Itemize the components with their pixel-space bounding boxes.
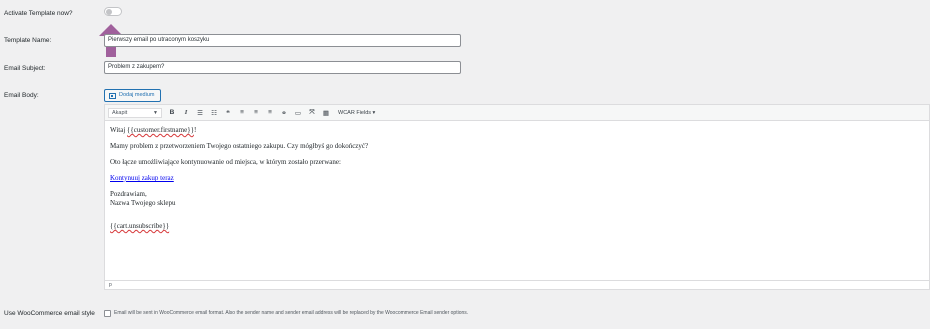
unsubscribe-tag: {{cart.unsubscribe}} [110, 222, 170, 230]
wc-style-label: Use WooCommerce email style [4, 310, 95, 317]
add-media-button[interactable]: Dodaj medium [104, 89, 161, 102]
template-name-label: Template Name: [4, 37, 52, 44]
align-left-icon[interactable]: ≡ [238, 109, 246, 116]
chevron-down-icon: ▼ [153, 109, 158, 116]
wc-style-description: Email will be sent in WooCommerce email … [114, 310, 469, 316]
body-line-2: Oto łącze umożliwiające kontynuowanie od… [110, 158, 341, 166]
align-right-icon[interactable]: ≡ [266, 109, 274, 116]
format-select-value: Akapit [112, 109, 128, 116]
wc-style-checkbox[interactable] [104, 310, 111, 317]
wcar-fields-menu[interactable]: WCAR Fields ▾ [338, 110, 375, 116]
bold-icon[interactable]: B [168, 109, 176, 116]
fullscreen-icon[interactable]: ⤧ [308, 109, 316, 117]
email-body-label: Email Body: [4, 92, 39, 99]
email-subject-label: Email Subject: [4, 65, 46, 72]
activate-label: Activate Template now? [4, 10, 73, 17]
media-icon [109, 92, 116, 99]
greeting-line: Witaj {{customer.firstname}}! [110, 126, 197, 134]
bullet-list-icon[interactable]: ☰ [196, 109, 204, 117]
editor-toolbar: Akapit ▼ B I ☰ ☷ ❝ ≡ ≡ ≡ ⚭ ▭ ⤧ ▦ WCAR Fi… [105, 105, 929, 121]
align-center-icon[interactable]: ≡ [252, 109, 260, 116]
read-more-icon[interactable]: ▭ [294, 109, 302, 117]
paragraph-format-select[interactable]: Akapit ▼ [108, 107, 162, 118]
italic-icon[interactable]: I [182, 109, 190, 116]
toolbar-toggle-icon[interactable]: ▦ [322, 109, 330, 117]
body-line-1: Mamy problem z przetworzeniem Twojego os… [110, 142, 369, 150]
email-body-editor[interactable]: Akapit ▼ B I ☰ ☷ ❝ ≡ ≡ ≡ ⚭ ▭ ⤧ ▦ WCAR Fi… [104, 104, 930, 290]
editor-status-path: p [105, 280, 929, 289]
firstname-tag: {{customer.firstname}} [127, 126, 194, 134]
continue-purchase-link[interactable]: Kontynuuj zakup teraz [110, 174, 174, 182]
link-icon[interactable]: ⚭ [280, 109, 288, 117]
email-subject-input[interactable]: Problem z zakupem? [104, 61, 461, 74]
blockquote-icon[interactable]: ❝ [224, 109, 232, 117]
toggle-knob [106, 9, 112, 15]
numbered-list-icon[interactable]: ☷ [210, 109, 218, 117]
add-media-label: Dodaj medium [119, 92, 155, 98]
template-name-input[interactable]: Pierwszy email po utraconym koszyku [104, 34, 461, 47]
signature: Pozdrawiam, Nazwa Twojego sklepu [110, 190, 176, 207]
activate-toggle[interactable] [104, 7, 122, 16]
editor-content[interactable]: Witaj {{customer.firstname}}! Mamy probl… [105, 121, 929, 243]
